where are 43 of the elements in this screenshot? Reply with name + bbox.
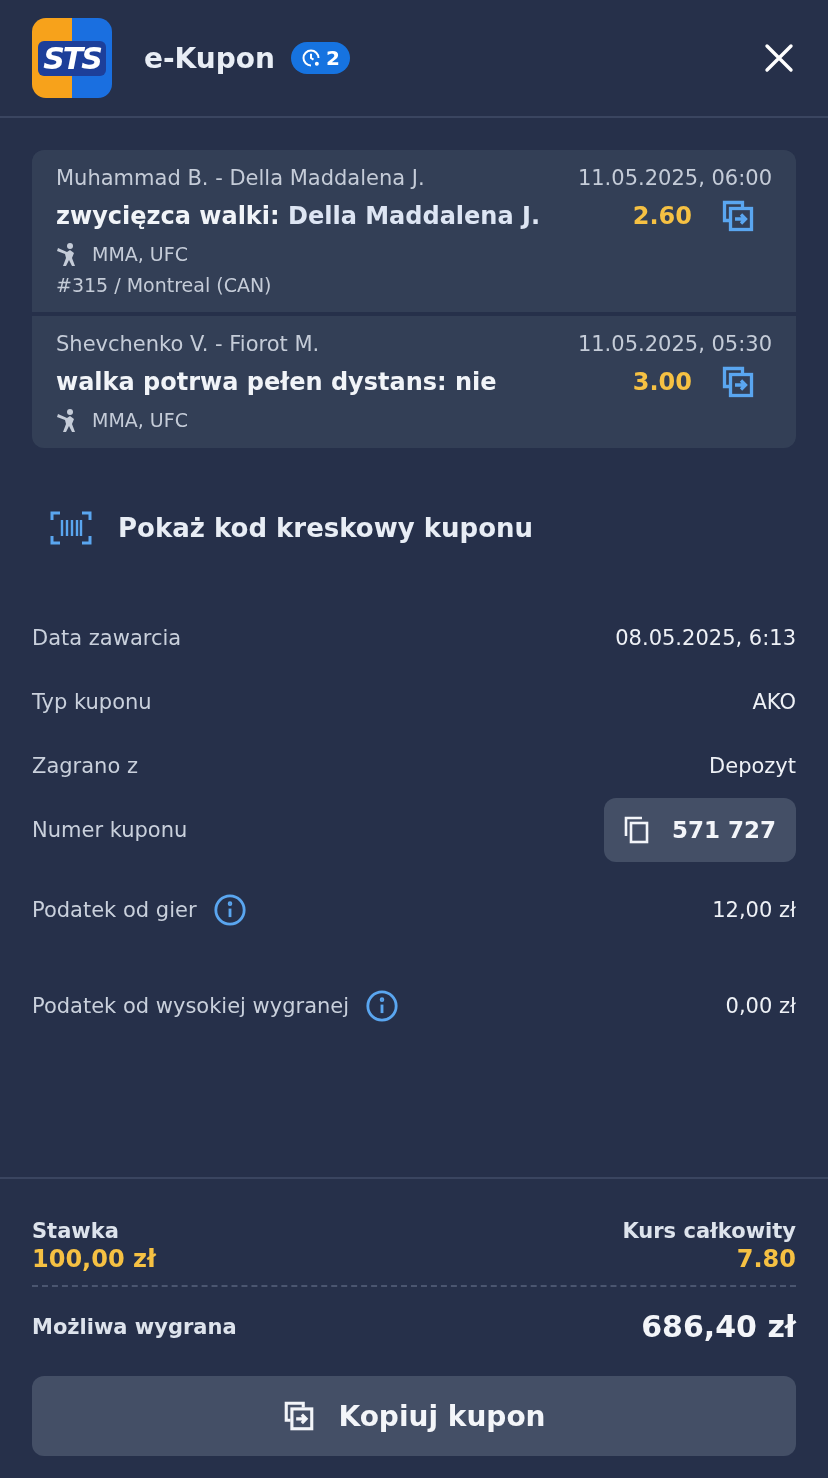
match-datetime: 11.05.2025, 06:00 xyxy=(577,166,772,190)
bet-selection: zwycięzca walki: Della Maddalena J. xyxy=(56,202,541,230)
detail-label: Numer kuponu xyxy=(32,818,188,842)
coupon-number-button[interactable]: 571 727 xyxy=(603,798,796,862)
copy-arrow-icon xyxy=(720,198,756,234)
window-title: e-Kupon xyxy=(144,41,275,75)
detail-value: 0,00 zł xyxy=(725,994,796,1018)
sport-league: MMA, UFC xyxy=(92,409,188,431)
barcode-icon xyxy=(50,510,92,546)
app-logo: STS xyxy=(32,18,112,98)
detail-label: Typ kuponu xyxy=(32,690,152,714)
info-icon[interactable] xyxy=(365,989,400,1023)
total-odds-label: Kurs całkowity xyxy=(622,1219,796,1243)
sport-league: MMA, UFC xyxy=(92,243,188,265)
bet-selection: walka potrwa pełen dystans: nie xyxy=(56,368,497,396)
badge-count: 2 xyxy=(325,46,340,70)
close-button[interactable] xyxy=(762,41,796,75)
close-icon xyxy=(764,43,794,73)
detail-label: Podatek od gier xyxy=(32,898,197,922)
show-barcode-link[interactable]: Pokaż kod kreskowy kuponu xyxy=(50,510,828,546)
detail-value: AKO xyxy=(752,690,796,714)
odds-value: 2.60 xyxy=(632,202,692,230)
match-name: Shevchenko V. - Fiorot M. xyxy=(56,332,320,356)
detail-value: 12,00 zł xyxy=(712,898,796,922)
possible-win-label: Możliwa wygrana xyxy=(32,1314,237,1339)
odds-value: 3.00 xyxy=(632,368,692,396)
clock-icon xyxy=(300,48,321,68)
match-datetime: 11.05.2025, 05:30 xyxy=(577,332,772,356)
copy-coupon-button[interactable]: Kopiuj kupon xyxy=(32,1376,796,1456)
info-icon[interactable] xyxy=(212,893,247,927)
copy-icon xyxy=(623,816,650,844)
stake-value: 100,00 zł xyxy=(32,1245,156,1273)
detail-value: Depozyt xyxy=(709,754,796,778)
match-name: Muhammad B. - Della Maddalena J. xyxy=(56,166,425,190)
total-odds-value: 7.80 xyxy=(735,1245,796,1273)
event-venue: #315 / Montreal (CAN) xyxy=(56,274,273,296)
detail-label: Zagrano z xyxy=(32,754,138,778)
detail-value: 08.05.2025, 6:13 xyxy=(615,626,796,650)
detail-label: Data zawarcia xyxy=(32,626,182,650)
stake-label: Stawka xyxy=(32,1219,120,1243)
copy-arrow-icon xyxy=(720,364,756,400)
detail-label: Podatek od wysokiej wygranej xyxy=(32,994,350,1018)
possible-win-value: 686,40 zł xyxy=(641,1309,796,1344)
